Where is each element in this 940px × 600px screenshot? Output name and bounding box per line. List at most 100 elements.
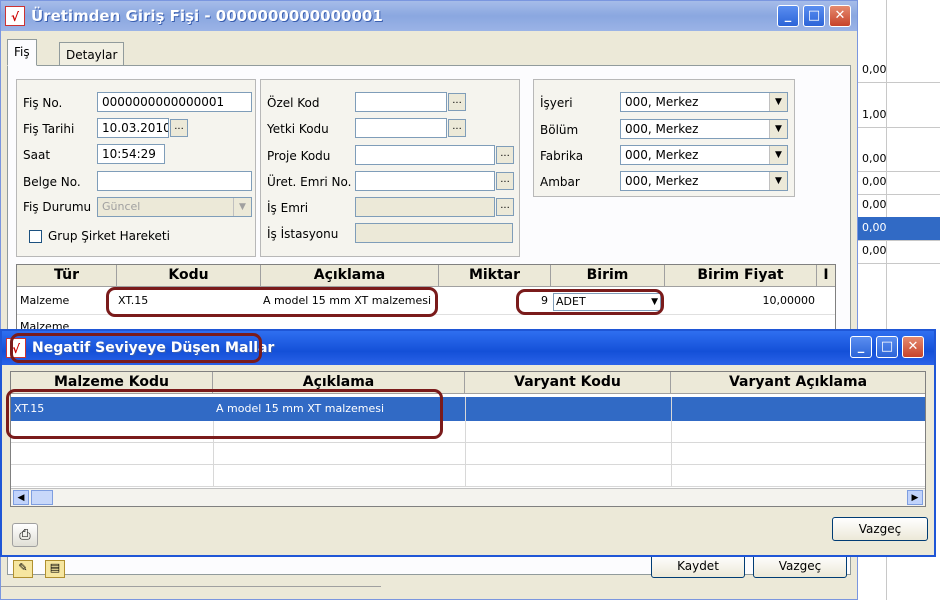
bolum-value: 000, Merkez [625, 122, 699, 136]
scrollbar-thumb[interactable] [31, 490, 53, 505]
is-istasyonu-label: İş İstasyonu [267, 227, 339, 241]
saat-label: Saat [23, 148, 51, 162]
status-bar [1, 586, 381, 600]
fabrika-label: Fabrika [540, 149, 584, 163]
fis-durumu-label: Fiş Durumu [23, 200, 92, 214]
ambar-label: Ambar [540, 175, 580, 189]
is-istasyonu-field [355, 223, 513, 243]
ambar-value: 000, Merkez [625, 174, 699, 188]
fis-tarihi-label: Fiş Tarihi [23, 122, 75, 136]
bolum-select[interactable]: 000, Merkez ▼ [620, 119, 788, 139]
popup-maximize-button[interactable]: □ [876, 336, 898, 358]
main-titlebar: √ Üretimden Giriş Fişi - 000000000000000… [1, 1, 857, 31]
ozel-kod-label: Özel Kod [267, 96, 320, 110]
uret-emri-lookup-button[interactable]: ... [496, 172, 514, 190]
tab-fis[interactable]: Fiş [7, 39, 37, 66]
negative-stock-popup: √ Negatif Seviyeye Düşen Mallar _ □ ✕ Ma… [0, 329, 936, 557]
vazgec-button[interactable]: Vazgeç [753, 554, 847, 578]
grid-divider [465, 397, 466, 487]
edit-icon[interactable]: ✎ [13, 560, 33, 578]
belge-no-field[interactable] [97, 171, 252, 191]
chevron-down-icon: ▼ [233, 198, 251, 216]
sheet-row-selected: 0,00 [858, 217, 940, 241]
yetki-kodu-lookup-button[interactable]: ... [448, 119, 466, 137]
sheet-cell: 0,00 [862, 198, 887, 211]
sheet-row: 0,00 [858, 194, 940, 218]
isyeri-select[interactable]: 000, Merkez ▼ [620, 92, 788, 112]
minimize-button[interactable]: _ [777, 5, 799, 27]
kaydet-button[interactable]: Kaydet [651, 554, 745, 578]
sheet-row: 1,00 [858, 104, 940, 128]
cell-varyant-kodu[interactable] [468, 399, 668, 421]
close-button[interactable]: ✕ [829, 5, 851, 27]
sheet-row: 0,00 [858, 240, 940, 264]
sheet-row: 0,00 [858, 59, 940, 83]
horizontal-scrollbar[interactable]: ◀ ▶ [11, 488, 925, 506]
column-header-tur[interactable]: Tür [17, 265, 117, 287]
popup-vazgec-button[interactable]: Vazgeç [832, 517, 928, 541]
popup-close-button[interactable]: ✕ [902, 336, 924, 358]
saat-field[interactable]: 10:54:29 [97, 144, 165, 164]
popup-minimize-button[interactable]: _ [850, 336, 872, 358]
is-emri-label: İş Emri [267, 201, 309, 215]
chevron-down-icon[interactable]: ▼ [769, 146, 787, 164]
chevron-down-icon[interactable]: ▼ [769, 93, 787, 111]
document-icon[interactable]: ▤ [45, 560, 65, 578]
uret-emri-no-label: Üret. Emri No. [267, 175, 352, 189]
fis-no-field[interactable]: 0000000000000001 [97, 92, 252, 112]
column-header-kodu[interactable]: Kodu [117, 265, 261, 287]
column-header-aciklama[interactable]: Açıklama [261, 265, 439, 287]
grup-sirket-label: Grup Şirket Hareketi [48, 229, 170, 243]
table-row[interactable] [11, 465, 925, 487]
highlight-annotation [516, 289, 664, 315]
ozel-kod-lookup-button[interactable]: ... [448, 93, 466, 111]
fis-tarihi-field[interactable]: 10.03.2010 [97, 118, 169, 138]
yetki-kodu-field[interactable] [355, 118, 447, 138]
table-row[interactable] [11, 443, 925, 465]
ozel-kod-field[interactable] [355, 92, 447, 112]
highlight-annotation [106, 287, 438, 317]
is-emri-lookup-button[interactable]: ... [496, 198, 514, 216]
column-header-birim[interactable]: Birim [551, 265, 665, 287]
maximize-button[interactable]: □ [803, 5, 825, 27]
scroll-left-icon[interactable]: ◀ [13, 490, 29, 505]
highlight-annotation [10, 333, 262, 363]
chevron-down-icon[interactable]: ▼ [769, 172, 787, 190]
cell-varyant-aciklama[interactable] [674, 399, 922, 421]
sheet-row: 0,00 [858, 148, 940, 172]
cell-tur[interactable]: Malzeme [20, 291, 115, 313]
column-header-varyant-aciklama[interactable]: Varyant Açıklama [671, 372, 925, 394]
codes-group: Özel Kod ... Yetki Kodu ... Proje Kodu .… [260, 79, 520, 257]
sheet-cell: 0,00 [862, 152, 887, 165]
fabrika-value: 000, Merkez [625, 148, 699, 162]
ambar-select[interactable]: 000, Merkez ▼ [620, 171, 788, 191]
fis-durumu-select: Güncel ▼ [97, 197, 252, 217]
fis-durumu-value: Güncel [102, 200, 141, 213]
proje-kodu-label: Proje Kodu [267, 149, 331, 163]
sheet-cell: 0,00 [862, 244, 887, 257]
isyeri-label: İşyeri [540, 96, 573, 110]
sheet-cell: 0,00 [862, 175, 887, 188]
fabrika-select[interactable]: 000, Merkez ▼ [620, 145, 788, 165]
column-header-more[interactable]: I [817, 265, 835, 287]
column-header-birim-fiyat[interactable]: Birim Fiyat [665, 265, 817, 287]
highlight-annotation [6, 389, 443, 439]
grid-divider [671, 397, 672, 487]
proje-kodu-field[interactable] [355, 145, 495, 165]
column-header-varyant-kodu[interactable]: Varyant Kodu [465, 372, 671, 394]
tab-detaylar[interactable]: Detaylar [59, 42, 125, 66]
chevron-down-icon[interactable]: ▼ [769, 120, 787, 138]
sheet-cell: 0,00 [862, 221, 887, 234]
grup-sirket-checkbox[interactable] [29, 230, 42, 243]
printer-icon[interactable]: ⎙ [12, 523, 38, 547]
column-header-miktar[interactable]: Miktar [439, 265, 551, 287]
scroll-right-icon[interactable]: ▶ [907, 490, 923, 505]
isyeri-value: 000, Merkez [625, 95, 699, 109]
cell-birim-fiyat[interactable]: 10,00000 [667, 291, 816, 313]
proje-kodu-lookup-button[interactable]: ... [496, 146, 514, 164]
uret-emri-no-field[interactable] [355, 171, 495, 191]
date-picker-button[interactable]: ... [170, 119, 188, 137]
fis-no-label: Fiş No. [23, 96, 63, 110]
yetki-kodu-label: Yetki Kodu [267, 122, 329, 136]
main-window-title: Üretimden Giriş Fişi - 0000000000000001 [31, 7, 383, 25]
